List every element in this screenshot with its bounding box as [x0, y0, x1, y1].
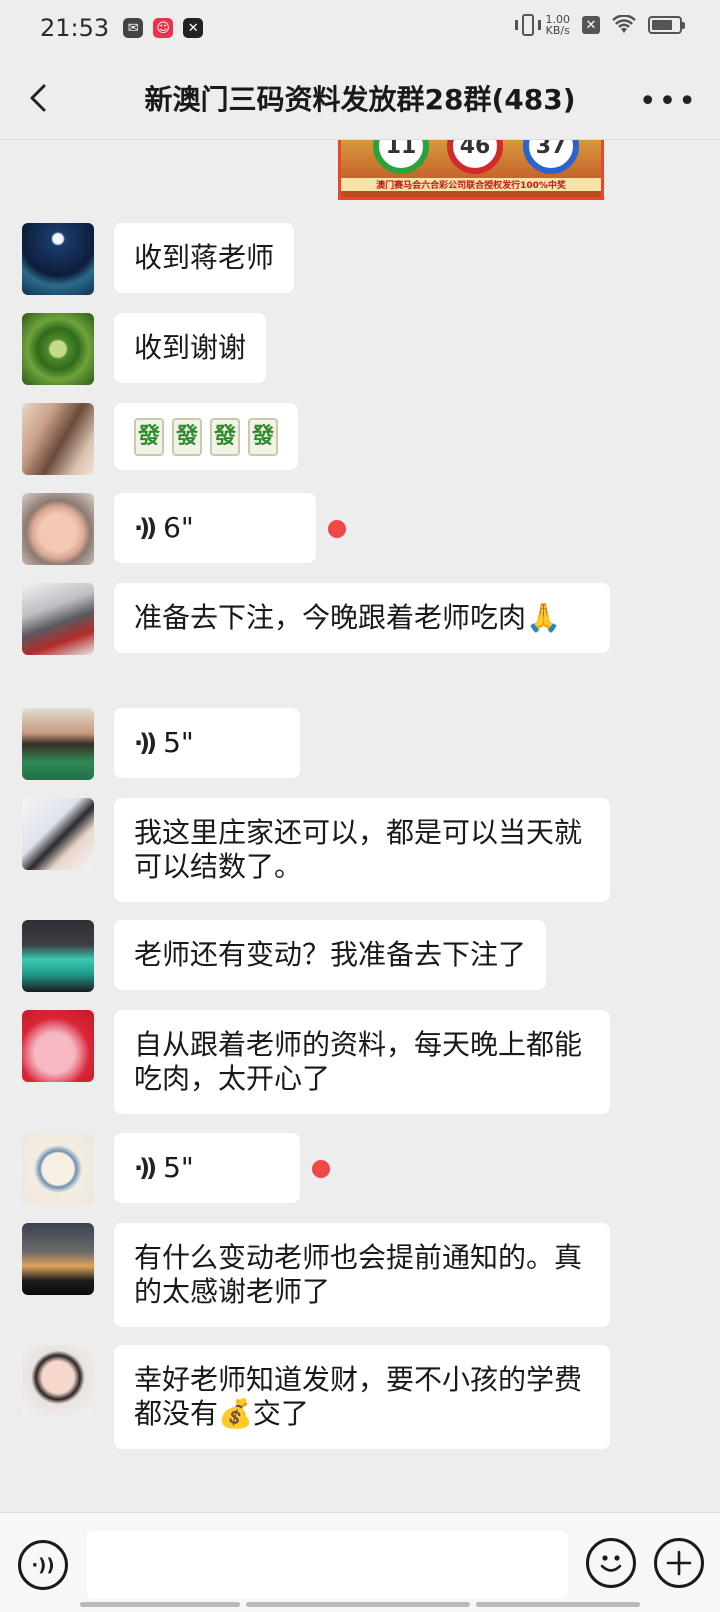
chat-message: 幸好老师知道发财，要不小孩的学费都没有💰交了	[22, 1345, 610, 1449]
voice-wave-icon: ·))	[134, 1154, 157, 1182]
voice-bubble[interactable]: ·)) 5"	[114, 1133, 300, 1203]
lottery-ball: 37	[523, 140, 579, 174]
voice-duration: 5"	[163, 1151, 194, 1184]
chat-message: ·)) 6"	[22, 493, 346, 565]
mahjong-tile: 發	[172, 418, 202, 456]
gesture-bar	[476, 1602, 640, 1607]
chat-message: 老师还有变动？我准备去下注了	[22, 920, 547, 992]
more-options-icon[interactable]: •••	[639, 84, 698, 119]
battery-icon	[648, 16, 685, 34]
lottery-ball: 11	[373, 140, 429, 174]
avatar[interactable]	[22, 1133, 94, 1205]
voice-bubble[interactable]: ·)) 5"	[114, 708, 300, 778]
mahjong-tile: 發	[210, 418, 240, 456]
add-button[interactable]	[654, 1538, 704, 1588]
chat-message: 我这里庄家还可以，都是可以当天就可以结数了。	[22, 798, 610, 902]
voice-wave-icon: ·))	[134, 729, 157, 757]
chat-message: 有什么变动老师也会提前通知的。真的太感谢老师了	[22, 1223, 610, 1327]
chat-message: 准备去下注，今晚跟着老师吃肉🙏	[22, 583, 610, 655]
message-bubble[interactable]: 有什么变动老师也会提前通知的。真的太感谢老师了	[114, 1223, 610, 1327]
avatar[interactable]	[22, 313, 94, 385]
input-bar: ·))	[0, 1512, 720, 1612]
chat-message: 發發發發	[22, 403, 298, 475]
message-bubble[interactable]: 幸好老师知道发财，要不小孩的学费都没有💰交了	[114, 1345, 610, 1449]
voice-duration: 5"	[163, 726, 194, 759]
avatar[interactable]	[22, 798, 94, 870]
avatar[interactable]	[22, 493, 94, 565]
message-bubble[interactable]: 准备去下注，今晚跟着老师吃肉🙏	[114, 583, 610, 653]
chat-message: ·)) 5"	[22, 1133, 330, 1205]
gesture-bar	[246, 1602, 470, 1607]
voice-input-button[interactable]: ·))	[18, 1540, 68, 1590]
status-bar: 21:53 ✉ ☺ ✕ 1.00 KB/s ✕	[0, 0, 720, 56]
chat-title: 新澳门三码资料发放群28群(483)	[144, 82, 576, 116]
avatar[interactable]	[22, 1010, 94, 1082]
avatar[interactable]	[22, 1345, 94, 1417]
app-notification-icon: ☺	[153, 18, 174, 38]
sticker-bubble[interactable]: 發發發發	[114, 403, 298, 470]
message-bubble[interactable]: 老师还有变动？我准备去下注了	[114, 920, 547, 990]
avatar[interactable]	[22, 583, 94, 655]
message-bubble[interactable]: 收到谢谢	[114, 313, 267, 383]
voice-bubble[interactable]: ·)) 6"	[114, 493, 316, 563]
avatar[interactable]	[22, 708, 94, 780]
gesture-bar	[80, 1602, 240, 1607]
plus-icon	[666, 1550, 692, 1576]
mahjong-tile: 發	[248, 418, 278, 456]
emoji-icon	[600, 1555, 622, 1572]
voice-wave-icon: ·))	[31, 1554, 55, 1576]
mahjong-tile: 發	[134, 418, 164, 456]
lottery-ball: 46	[447, 140, 503, 174]
message-bubble[interactable]: 收到蒋老师	[114, 223, 295, 293]
message-bubble[interactable]: 我这里庄家还可以，都是可以当天就可以结数了。	[114, 798, 610, 902]
voice-wave-icon: ·))	[134, 514, 157, 542]
lottery-image-message[interactable]: 11 46 37 澳门赛马会六合彩公司联合授权发行100%中奖	[338, 140, 604, 200]
vibrate-icon	[514, 14, 541, 36]
chat-message: 收到谢谢	[22, 313, 267, 385]
chat-message: ·)) 5"	[22, 708, 300, 780]
message-bubble[interactable]: 自从跟着老师的资料，每天晚上都能吃肉，太开心了	[114, 1010, 610, 1114]
mail-notification-icon: ✉	[123, 18, 144, 38]
lottery-caption: 澳门赛马会六合彩公司联合授权发行100%中奖	[341, 178, 601, 191]
avatar[interactable]	[22, 1223, 94, 1295]
wifi-icon	[612, 15, 636, 33]
avatar[interactable]	[22, 403, 94, 475]
emoji-button[interactable]	[586, 1538, 636, 1588]
net-speed-unit: KB/s	[545, 24, 570, 37]
unread-dot	[312, 1160, 330, 1178]
avatar[interactable]	[22, 920, 94, 992]
back-arrow-icon[interactable]	[24, 82, 56, 114]
no-sim-icon: ✕	[582, 16, 600, 34]
status-time: 21:53	[40, 14, 110, 42]
capcut-notification-icon: ✕	[183, 18, 204, 38]
unread-dot	[328, 520, 346, 538]
message-list[interactable]: 11 46 37 澳门赛马会六合彩公司联合授权发行100%中奖 收到蒋老师 收到…	[0, 140, 720, 1512]
avatar[interactable]	[22, 223, 94, 295]
net-speed: 1.00 KB/s	[546, 14, 571, 36]
chat-message: 自从跟着老师的资料，每天晚上都能吃肉，太开心了	[22, 1010, 610, 1114]
chat-header: 新澳门三码资料发放群28群(483) •••	[0, 56, 720, 140]
chat-message: 收到蒋老师	[22, 223, 295, 295]
message-input[interactable]	[86, 1531, 568, 1599]
voice-duration: 6"	[163, 511, 194, 544]
